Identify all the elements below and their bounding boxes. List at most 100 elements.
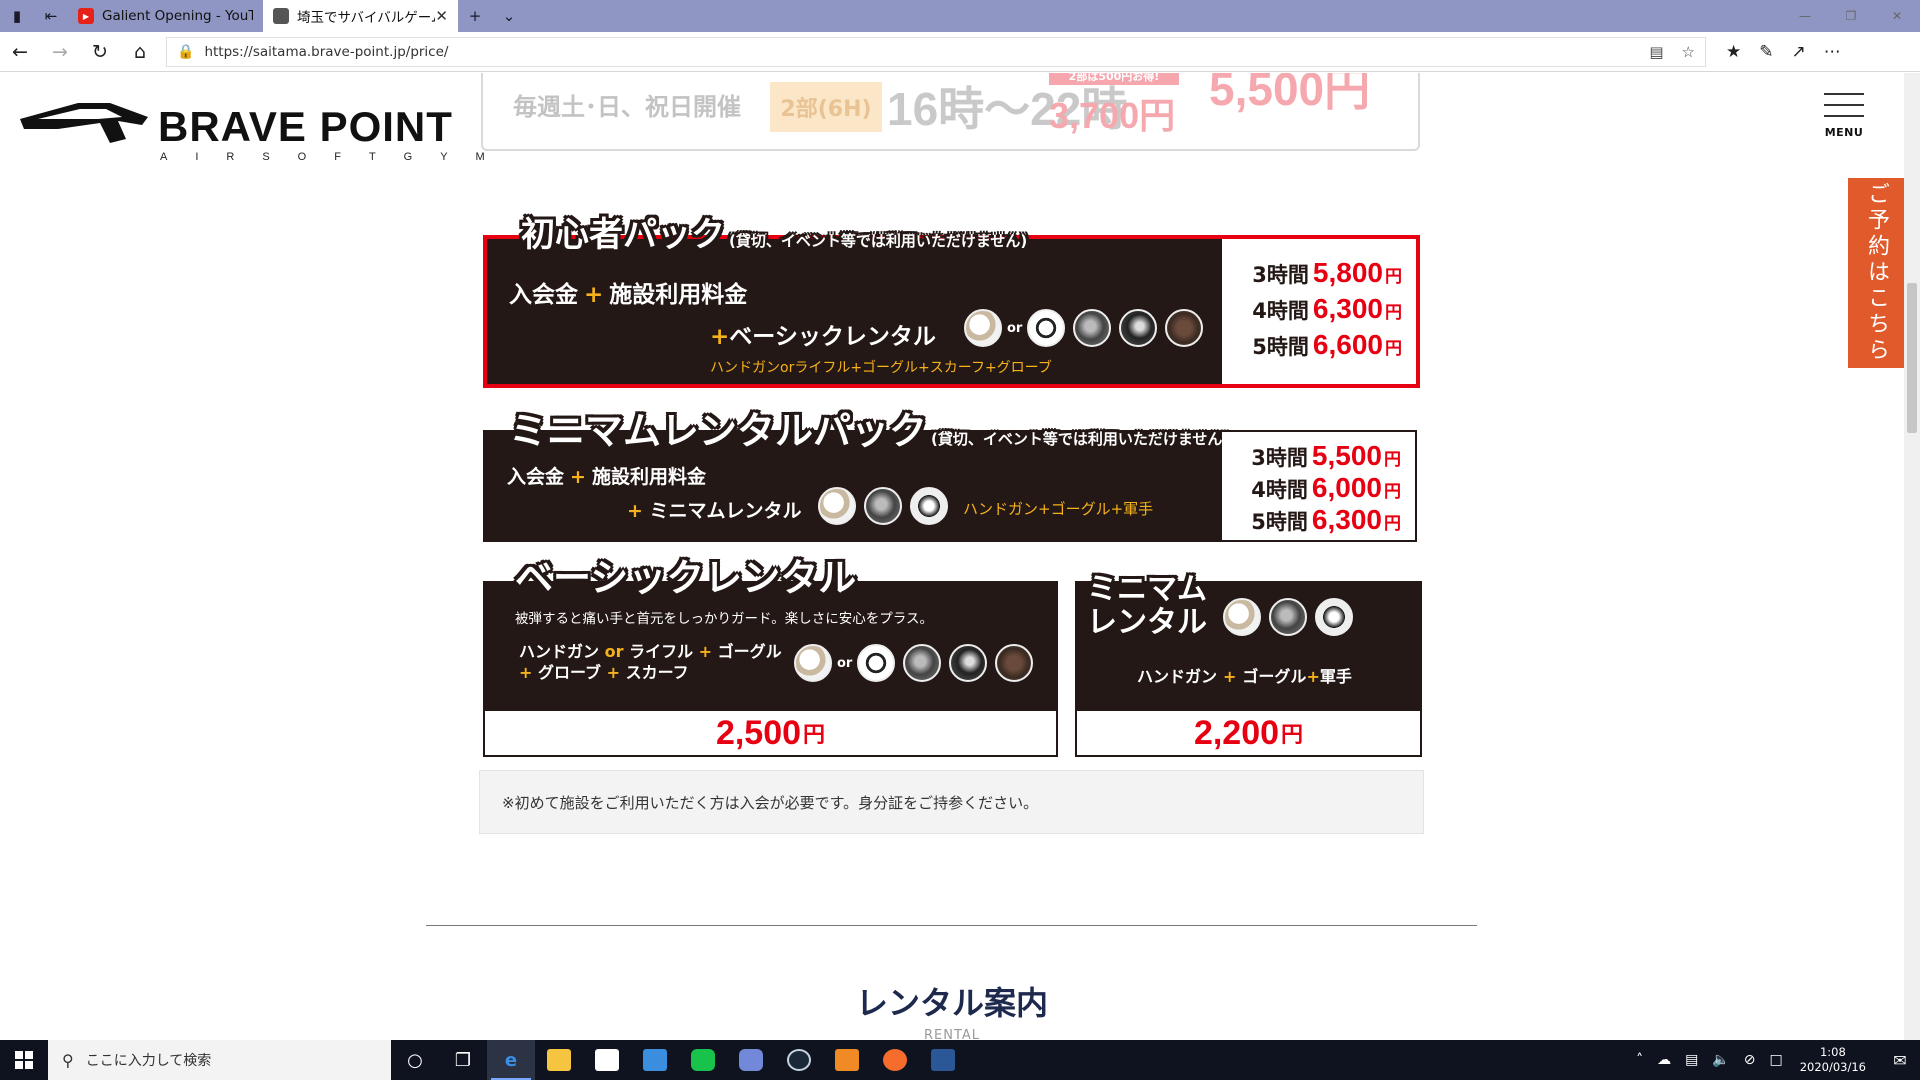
minimum-rental-icons — [1223, 598, 1353, 636]
file-explorer-icon[interactable] — [535, 1040, 583, 1080]
tab-actions-icon[interactable]: ▮ — [0, 0, 34, 32]
minimum-pack-subtitle: (貸切、イベント等では利用いただけません) — [931, 430, 1230, 448]
schedule-price: 5,500円 — [1209, 73, 1371, 115]
work-glove-icon — [1315, 598, 1353, 636]
share-icon[interactable]: ↗ — [1792, 42, 1806, 62]
clock-time: 1:08 — [1819, 1045, 1846, 1059]
new-tab-button[interactable]: + — [458, 0, 492, 32]
minimize-icon[interactable]: — — [1782, 0, 1828, 32]
schedule-days: 毎週土･日、祝日開催 — [513, 93, 741, 121]
show-hidden-icons-chevron-icon[interactable]: ˄ — [1636, 1052, 1643, 1068]
scarf-icon — [949, 644, 988, 682]
price-row: 3時間 5,800 円 — [1252, 257, 1402, 288]
tab-title: Galient Opening - YouTube — [102, 8, 253, 24]
onedrive-icon[interactable]: ☁ — [1657, 1052, 1671, 1068]
tab-brave-point[interactable]: 埼玉でサバイバルゲームをす ✕ — [263, 0, 458, 32]
beginner-line-2: +ベーシックレンタル — [710, 324, 936, 350]
url-text: https://saitama.brave-point.jp/price/ — [204, 43, 449, 60]
logo-mark-icon — [20, 103, 148, 143]
reserve-tab[interactable]: ご予約はこちら — [1848, 178, 1904, 368]
restore-icon[interactable]: ❐ — [1828, 0, 1874, 32]
hamburger-line — [1824, 115, 1864, 117]
youtube-icon: ▶ — [78, 8, 94, 24]
refresh-icon[interactable]: ↻ — [80, 32, 120, 72]
close-window-icon[interactable]: ✕ — [1874, 0, 1920, 32]
taskbar-clock[interactable]: 1:08 2020/03/16 — [1800, 1045, 1866, 1075]
page-viewport: 毎週土･日、祝日開催 2部(6H) 16時～22時 2部は500円お得! 3,7… — [0, 73, 1904, 1040]
handgun-icon — [964, 309, 1002, 347]
price-row: 5時間 6,600 円 — [1252, 329, 1402, 360]
beginner-pack: 初心者パック (貸切、イベント等では利用いただけません) 入会金 + 施設利用料金 +… — [483, 215, 1420, 388]
glove-icon — [995, 644, 1034, 682]
more-icon[interactable]: ⋯ — [1824, 42, 1841, 62]
rifle-icon — [1027, 309, 1066, 347]
menu-label: MENU — [1824, 126, 1864, 139]
steam-icon[interactable] — [775, 1040, 823, 1080]
back-icon[interactable]: ← — [0, 32, 40, 72]
basic-rental-items: ハンドガン or ライフル + ゴーグル + グローブ + スカーフ — [519, 642, 782, 682]
favorite-star-icon[interactable]: ☆ — [1682, 43, 1695, 61]
origin-icon[interactable] — [871, 1040, 919, 1080]
schedule-card: 毎週土･日、祝日開催 2部(6H) 16時～22時 2部は500円お得! 3,7… — [481, 73, 1420, 151]
network-icon[interactable]: ▤ — [1685, 1052, 1698, 1068]
clock-date: 2020/03/16 — [1799, 1060, 1866, 1074]
menu-button[interactable]: MENU — [1824, 93, 1864, 153]
home-icon[interactable]: ⌂ — [120, 32, 160, 72]
pen-icon[interactable]: ✎ — [1759, 42, 1773, 62]
tab-youtube[interactable]: ▶ Galient Opening - YouTube — [68, 0, 263, 32]
reading-view-icon[interactable]: ▤ — [1649, 43, 1663, 61]
search-icon: ⚲ — [62, 1050, 74, 1070]
word-icon[interactable] — [919, 1040, 967, 1080]
membership-notice: ※初めて施設をご利用いただく方は入会が必要です。身分証をご持参ください。 — [479, 770, 1424, 834]
browser-tab-bar: ▮ ⇤ ▶ Galient Opening - YouTube 埼玉でサバイバル… — [0, 0, 1920, 32]
price-row: 5時間 6,300 円 — [1251, 504, 1401, 535]
task-view-icon[interactable]: ❐ — [439, 1040, 487, 1080]
store-icon[interactable] — [583, 1040, 631, 1080]
favorites-icon[interactable]: ★ — [1726, 42, 1741, 62]
windows-taskbar: ⚲ ここに入力して検索 ○ ❐ e ˄ ☁ ▤ 🔈 ⊘ □ 1:08 2020/… — [0, 1040, 1920, 1080]
ime-icon[interactable]: □ — [1769, 1052, 1782, 1068]
notification-icon[interactable]: ✉ — [1880, 1051, 1920, 1070]
minimum-pack-note: ハンドガン+ゴーグル+軍手 — [963, 500, 1154, 518]
app-orange-icon[interactable] — [823, 1040, 871, 1080]
close-tab-icon[interactable]: ✕ — [435, 7, 448, 25]
url-field[interactable]: 🔒 https://saitama.brave-point.jp/price/ … — [166, 36, 1706, 67]
address-toolbar: ← → ↻ ⌂ 🔒 https://saitama.brave-point.jp… — [0, 32, 1920, 72]
site-logo[interactable]: BRAVE POINT AIRSOFTGYM — [18, 93, 485, 163]
schedule-discount-price: 3,700円 — [1049, 95, 1176, 136]
system-tray: ˄ ☁ ▤ 🔈 ⊘ □ 1:08 2020/03/16 ✉ — [1629, 1040, 1920, 1080]
volume-icon[interactable]: 🔈 — [1712, 1052, 1729, 1068]
taskbar-search[interactable]: ⚲ ここに入力して検索 — [48, 1040, 391, 1080]
cortana-icon[interactable]: ○ — [391, 1040, 439, 1080]
bravepoint-favicon — [273, 8, 289, 24]
page-scrollbar[interactable] — [1904, 73, 1920, 1040]
beginner-price-box: 3時間 5,800 円 4時間 6,300 円 5時間 6,600 円 — [1222, 239, 1416, 384]
beginner-pack-title: 初心者パック (貸切、イベント等では利用いただけません) — [521, 215, 1028, 255]
minimum-rental-items: ハンドガン + ゴーグル+軍手 — [1137, 667, 1352, 686]
basic-rental-title: ベーシックレンタル — [515, 556, 857, 600]
start-button[interactable] — [0, 1040, 48, 1080]
forward-icon[interactable]: → — [40, 32, 80, 72]
tab-title: 埼玉でサバイバルゲームをす — [297, 10, 435, 26]
hamburger-line — [1824, 93, 1864, 95]
minimum-pack-title: ミニマムレンタルパック (貸切、イベント等では利用いただけません) — [509, 409, 1230, 453]
price-row: 4時間 6,000 円 — [1251, 472, 1401, 503]
hamburger-line — [1824, 104, 1864, 106]
minimum-rental-title: ミニマム レンタル — [1087, 572, 1207, 640]
edge-icon[interactable]: e — [487, 1040, 535, 1080]
discord-icon[interactable] — [727, 1040, 775, 1080]
mute-status-icon[interactable]: ⊘ — [1744, 1052, 1756, 1068]
beginner-note: ハンドガンorライフル+ゴーグル+スカーフ+グローブ — [710, 360, 1052, 376]
goggle-icon — [1073, 309, 1112, 347]
section-divider — [426, 925, 1477, 926]
line-app-icon[interactable] — [679, 1040, 727, 1080]
tab-list-chevron-icon[interactable]: ⌄ — [492, 0, 526, 32]
basic-rental-description: 被弾すると痛い手と首元をしっかりガード。楽しさに安心をプラス。 — [515, 611, 933, 627]
mail-icon[interactable] — [631, 1040, 679, 1080]
handgun-icon — [1223, 598, 1261, 636]
work-glove-icon — [910, 487, 948, 525]
goggle-icon — [903, 644, 942, 682]
basic-rental-price: 2,500 円 — [485, 711, 1056, 755]
scrollbar-thumb[interactable] — [1907, 283, 1917, 433]
set-tabs-aside-icon[interactable]: ⇤ — [34, 0, 68, 32]
